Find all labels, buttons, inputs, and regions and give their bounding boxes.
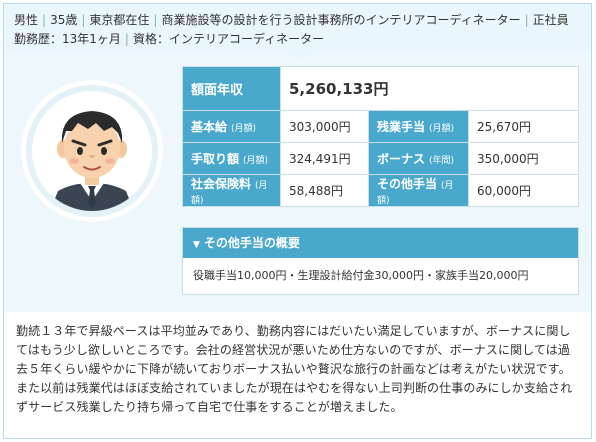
other-allowance-box: ▼ その他手当の概要 役職手当10,000円・生理設計給付金30,000円・家族手…	[182, 227, 579, 295]
chevron-down-icon: ▼	[193, 240, 200, 250]
employment-text: 正社員	[532, 13, 569, 27]
salary-table: 額面年収 5,260,133円 基本給 (月額) 303,000円 残業手当 (月額…	[182, 66, 579, 207]
total-income-value: 5,260,133円	[280, 66, 579, 111]
salary-profile-card: 男性 | 35歳 | 東京都在住 | 商業施設等の設計を行う設計事務所のインテリアコーディネ…	[3, 3, 592, 439]
tenure-text: 勤務歴：13年1ヶ月	[14, 32, 121, 46]
salary-panel: 額面年収 5,260,133円 基本給 (月額) 303,000円 残業手当 (月額…	[4, 52, 591, 312]
other-allowance-text: 役職手当10,000円・生理設計給付金30,000円・家族手当20,000円	[193, 269, 529, 282]
profile-header: 男性 | 35歳 | 東京都在住 | 商業施設等の設計を行う設計事務所のインテリアコーディネ…	[4, 4, 591, 52]
take-home-value: 324,491円	[280, 142, 369, 175]
social-insurance-label: 社会保険料 (月額)	[182, 174, 281, 207]
location-text: 東京都在住	[89, 13, 150, 27]
avatar	[21, 80, 163, 222]
other-allowance-label: その他手当 (月額)	[368, 174, 469, 207]
other-allowance-toggle[interactable]: ▼ その他手当の概要	[183, 228, 578, 258]
gender-text: 男性	[14, 13, 39, 27]
base-salary-value: 303,000円	[280, 110, 369, 143]
bonus-label: ボーナス (年間)	[368, 142, 469, 175]
other-allowance-title: その他手当の概要	[203, 236, 300, 250]
overtime-label: 残業手当 (月額)	[368, 110, 469, 143]
other-allowance-value: 60,000円	[468, 174, 579, 207]
age-text: 35歳	[50, 13, 78, 27]
total-income-label: 額面年収	[182, 66, 281, 111]
comment-text: 勤続１３年で昇級ペースは平均並みであり、勤務内容にはだいたい満足していますが、ボ…	[16, 324, 573, 414]
base-salary-label: 基本給 (月額)	[182, 110, 281, 143]
qualification-text: 資格：インテリアコーディネーター	[132, 32, 325, 46]
take-home-label: 手取り額 (月額)	[182, 142, 281, 175]
job-text: 商業施設等の設計を行う設計事務所のインテリアコーディネーター	[161, 13, 521, 27]
bonus-value: 350,000円	[468, 142, 579, 175]
social-insurance-value: 58,488円	[280, 174, 369, 207]
header-pointer	[290, 52, 310, 60]
businessman-avatar-icon	[32, 91, 152, 211]
overtime-value: 25,670円	[468, 110, 579, 143]
